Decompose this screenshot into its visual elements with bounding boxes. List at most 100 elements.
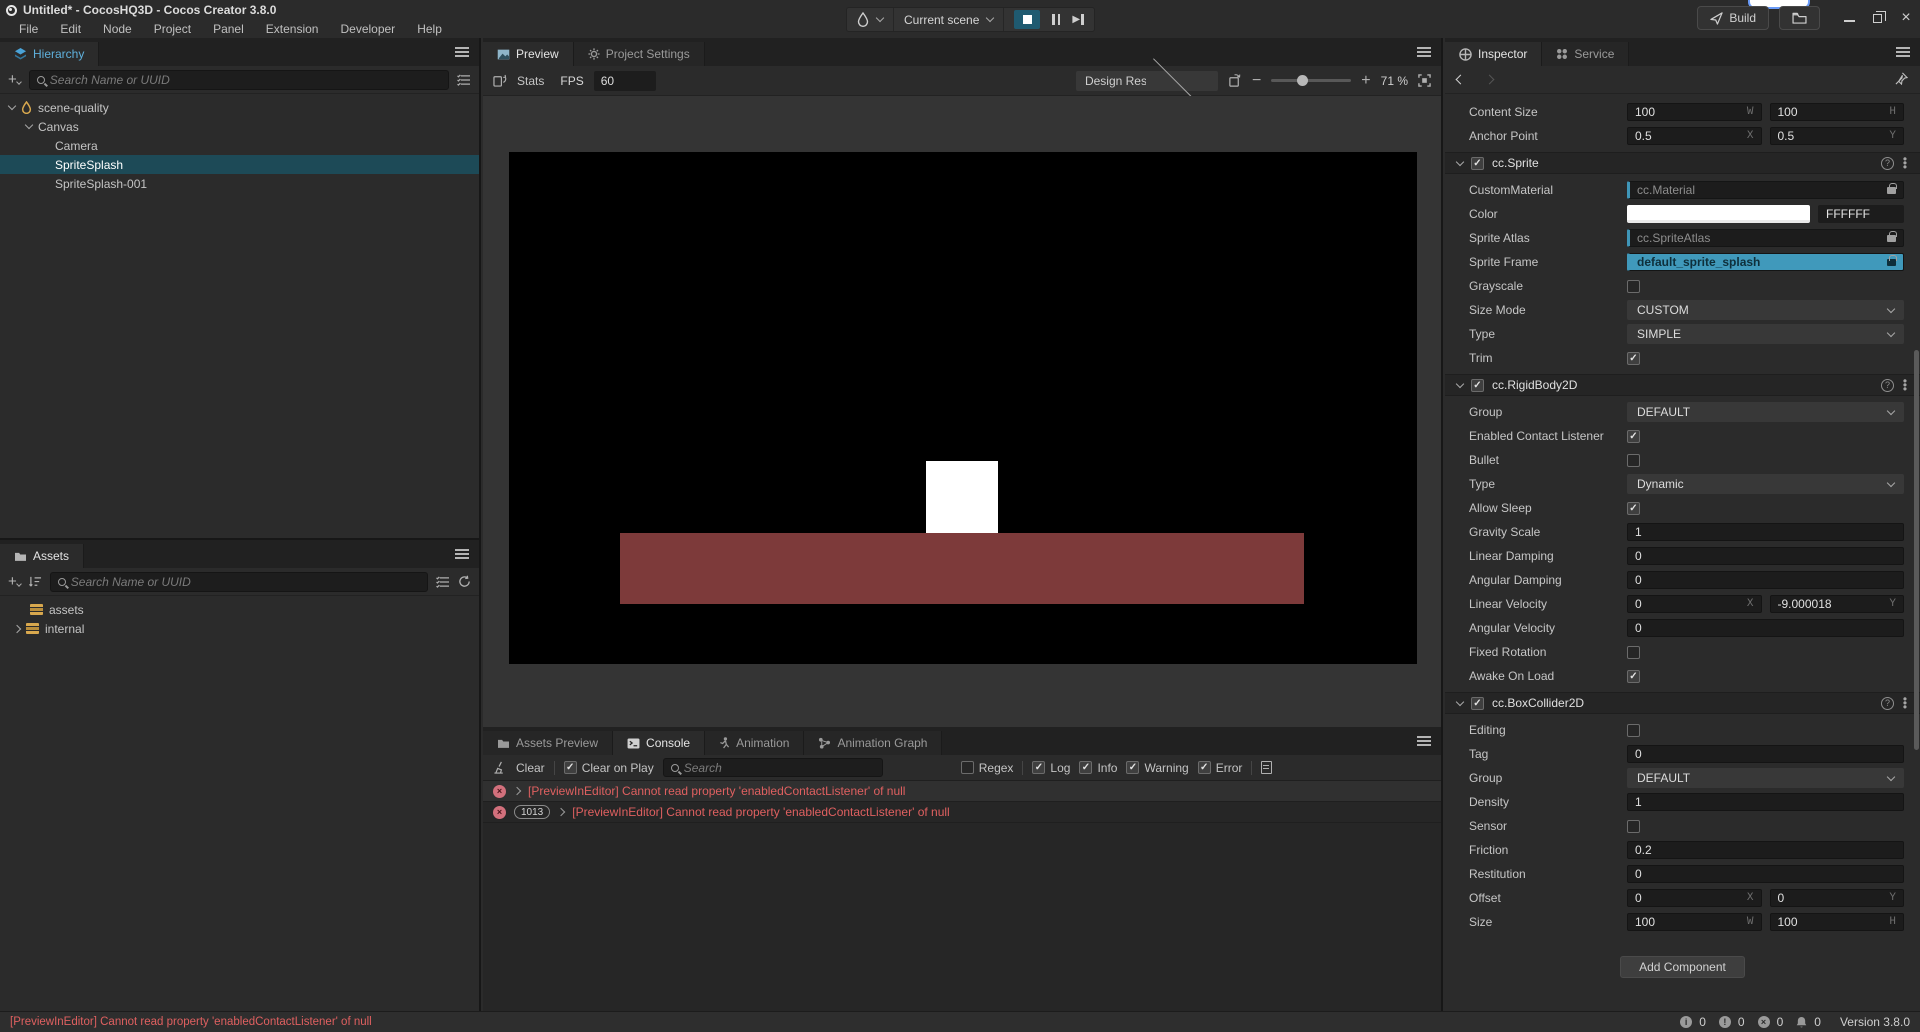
editing-checkbox[interactable] [1627,723,1640,737]
sort-icon[interactable] [28,576,42,588]
help-icon[interactable]: ? [1881,696,1894,710]
close-button[interactable]: × [1900,9,1912,26]
content-size-w-field[interactable]: 100 W [1627,103,1762,121]
collapse-chevron-icon[interactable] [1455,157,1465,166]
console-menu-button[interactable] [1417,734,1431,748]
hierarchy-menu-button[interactable] [455,45,469,59]
collapse-chevron-icon[interactable] [1455,697,1465,706]
rb-group-select[interactable]: DEFAULT [1627,402,1904,422]
menu-node[interactable]: Node [92,20,143,38]
scene-selector-dropdown[interactable]: Current scene [894,8,1005,31]
tree-row-internal-db[interactable]: internal [0,619,479,638]
game-canvas[interactable] [509,152,1417,664]
tab-console[interactable]: Console [613,731,706,755]
tree-row-assets-db[interactable]: assets [0,600,479,619]
stats-toggle[interactable]: Stats [517,74,544,88]
hierarchy-search-input[interactable] [49,72,441,87]
inspector-scroll-area[interactable]: Content Size 100 W 100 H Anchor Point 0.5 X… [1445,94,1920,1011]
bullet-checkbox[interactable] [1627,453,1640,467]
sprite-type-select[interactable]: SIMPLE [1627,324,1904,344]
help-icon[interactable]: ? [1881,156,1894,170]
warning-checkbox[interactable]: Warning [1126,761,1189,775]
game-viewport[interactable] [483,96,1441,727]
rb-type-select[interactable]: Dynamic [1627,474,1904,494]
create-asset-button[interactable]: + [8,573,22,590]
tree-row-scene[interactable]: scene-quality [0,98,479,117]
pin-icon[interactable] [1895,72,1909,88]
info-count-icon[interactable]: i [1680,1016,1693,1028]
fps-input[interactable]: 60 [593,70,656,91]
maximize-button[interactable] [1873,10,1886,23]
component-menu-icon[interactable]: • • • [1902,375,1908,395]
zoom-out-button[interactable]: − [1252,72,1261,89]
component-enabled-checkbox[interactable] [1471,378,1484,392]
component-menu-icon[interactable]: • • • [1902,693,1908,713]
gravity-scale-field[interactable]: 1 [1627,523,1904,541]
restitution-field[interactable]: 0 [1627,865,1904,883]
create-node-button[interactable]: + [8,71,22,88]
expand-chevron-icon[interactable] [512,786,522,796]
menu-extension[interactable]: Extension [255,20,330,38]
forward-button[interactable] [1484,74,1495,85]
tab-animation-graph[interactable]: Animation Graph [804,731,943,755]
custom-material-field[interactable]: cc.Material [1627,181,1904,199]
error-checkbox[interactable]: Error [1197,761,1242,775]
step-button[interactable]: ▶ [1072,14,1084,25]
tab-project-settings[interactable]: Project Settings [573,42,705,66]
size-mode-select[interactable]: CUSTOM [1627,300,1904,320]
filter-list-icon[interactable] [436,575,450,588]
collapse-chevron-icon[interactable] [12,624,22,633]
collapse-chevron-icon[interactable] [1455,379,1465,388]
help-icon[interactable]: ? [1881,378,1894,392]
color-hex-field[interactable]: FFFFFF [1818,205,1904,223]
tree-row-camera[interactable]: Camera [0,136,479,155]
menu-help[interactable]: Help [406,20,453,38]
back-button[interactable] [1455,74,1466,85]
allow-sleep-checkbox[interactable] [1627,501,1640,515]
awake-on-load-checkbox[interactable] [1627,669,1640,683]
tab-hierarchy[interactable]: Hierarchy [0,42,100,66]
angular-damping-field[interactable]: 0 [1627,571,1904,589]
collider-size-w-field[interactable]: 100 W [1627,913,1762,931]
clear-broom-icon[interactable] [493,761,507,774]
status-error-message[interactable]: [PreviewInEditor] Cannot read property '… [10,1016,372,1028]
sprite-atlas-field[interactable]: cc.SpriteAtlas [1627,229,1904,247]
collider-group-select[interactable]: DEFAULT [1627,768,1904,788]
error-count-icon[interactable]: × [1757,1016,1770,1028]
tab-animation[interactable]: Animation [705,731,805,755]
anchor-point-x-field[interactable]: 0.5 X [1627,127,1762,145]
component-enabled-checkbox[interactable] [1471,156,1484,170]
linear-damping-field[interactable]: 0 [1627,547,1904,565]
tab-assets[interactable]: Assets [0,544,85,568]
bell-icon[interactable] [1796,1016,1807,1028]
tree-row-canvas[interactable]: Canvas [0,117,479,136]
inspector-scrollbar[interactable] [1914,350,1919,750]
warning-count-icon[interactable]: ! [1718,1016,1731,1028]
zoom-in-button[interactable]: + [1361,72,1370,89]
expand-chevron-icon[interactable] [557,807,566,817]
add-component-button[interactable]: Add Component [1620,956,1745,978]
tree-row-spritesplash[interactable]: SpriteSplash [0,155,479,174]
density-field[interactable]: 1 [1627,793,1904,811]
filter-list-icon[interactable] [457,73,471,86]
hierarchy-search[interactable] [28,69,449,90]
refresh-icon[interactable] [458,575,471,588]
sprite-frame-field[interactable]: default_sprite_splash [1627,253,1904,271]
log-checkbox[interactable]: Log [1032,761,1070,775]
console-search-input[interactable] [683,760,875,775]
tab-assets-preview[interactable]: Assets Preview [483,731,614,755]
color-swatch[interactable] [1627,205,1810,223]
content-size-h-field[interactable]: 100 H [1769,103,1904,121]
component-menu-icon[interactable]: • • • [1902,153,1908,173]
inspector-menu-button[interactable] [1896,45,1910,59]
zoom-slider-thumb[interactable] [1297,75,1309,86]
tab-inspector[interactable]: Inspector [1445,42,1543,66]
friction-field[interactable]: 0.2 [1627,841,1904,859]
section-header-boxcollider[interactable]: cc.BoxCollider2D ? ••• [1445,692,1920,714]
log-row[interactable]: × [PreviewInEditor] Cannot read property… [483,781,1441,802]
offset-y-field[interactable]: 0Y [1769,889,1904,907]
log-row[interactable]: × 1013 [PreviewInEditor] Cannot read pro… [483,802,1441,823]
expand-chevron-icon[interactable] [7,101,17,111]
assets-search-input[interactable] [70,574,420,589]
section-header-rigidbody[interactable]: cc.RigidBody2D ? ••• [1445,374,1920,396]
